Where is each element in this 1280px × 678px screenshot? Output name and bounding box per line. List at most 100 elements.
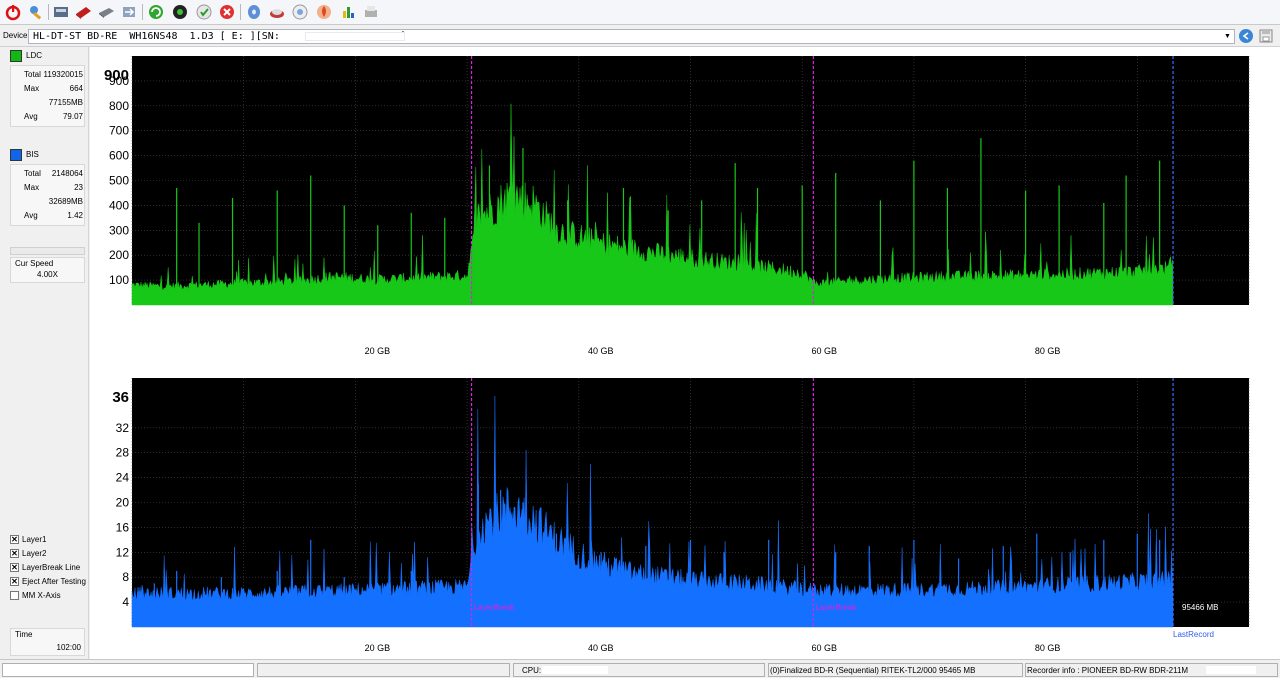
device-select[interactable]: HL-DT-ST BD-RE WH16NS48 1.D3 [ E: ][SN: … [28,29,1235,44]
disc-icon[interactable] [97,3,115,21]
eject-after-testing-checkbox[interactable]: ✕ [10,577,19,586]
y-tick-label: 16 [116,520,130,534]
speed-box: Cur Speed 4.00X [10,257,85,283]
mm-x-axis-checkbox[interactable] [10,591,19,600]
layer-break-label: LayerBreak [474,603,516,612]
stop-icon[interactable] [218,3,236,21]
toolbar-separator [48,4,49,20]
stat-value: 77155MB [48,98,83,107]
x-tick-label: 40 GB [588,643,614,653]
status-progress-field [257,663,510,677]
x-tick-label: 20 GB [365,346,391,356]
time-value: 102:00 [56,643,81,652]
bis-total-row: Total 2148064 [11,167,86,181]
test-icon[interactable] [195,3,213,21]
y-tick-label: 400 [109,198,129,212]
y-tick-label: 32 [116,421,130,435]
burn-icon[interactable] [291,3,309,21]
recorder-info-field: Recorder info : PIONEER BD-RW BDR-211M [1025,663,1278,677]
chevron-down-icon[interactable]: ▼ [1222,31,1233,42]
blank-disc-icon[interactable] [245,3,263,21]
layer1-checkbox[interactable]: ✕ [10,535,19,544]
y-tick-label: 4 [122,595,129,609]
y-tick-label: 300 [109,223,129,237]
speed-value: 4.00X [37,270,58,279]
y-tick-label: 24 [116,471,130,485]
status-message-field [2,663,254,677]
recorder-serial-field [1206,666,1256,674]
ldc-max-position-row: 77155MB [11,96,86,110]
ldc-swatch [10,50,22,62]
y-tick-label: 600 [109,149,129,163]
ldc-stats: Total 119320015 Max 664 77155MB Avg 79.0… [10,65,85,127]
bis-stats: Total 2148064 Max 23 32689MB Avg 1.42 [10,164,85,226]
power-icon[interactable] [4,3,22,21]
record-icon[interactable] [171,3,189,21]
refresh-drive-icon[interactable] [1239,29,1253,43]
charts-svg: 10020030040050060070080090090020 GB 40 GB… [104,56,1250,653]
y-tick-label: 20 [116,496,130,510]
recorder-info: Recorder info : PIONEER BD-RW BDR-211M [1027,666,1189,675]
option-label: LayerBreak Line [22,563,81,572]
option-label: Layer2 [22,549,47,558]
stat-label: Total [24,169,41,178]
y-tick-label: 700 [109,124,129,138]
bis-legend[interactable]: BIS [10,148,85,162]
chart-icon[interactable] [340,3,358,21]
serial-number-field [305,32,405,41]
stat-label: Max [24,183,40,192]
x-tick-label: 40 GB [588,346,614,356]
stat-value: 119320015 [43,70,83,79]
disc-info: (0)Finalized BD-R (Sequential) RITEK-TL2… [770,666,976,675]
y-tick-label: 12 [116,545,130,559]
chart-area: 100 200 300 400 500 600 700 800 900 900 20 GB 40 GB… [90,47,1280,659]
stat-label: Total [24,70,41,79]
ldc-legend-label: LDC [26,51,43,60]
end-size-label: 95466 MB [1182,603,1218,612]
device-bar: Device: HL-DT-ST BD-RE WH16NS48 1.D3 [ E… [0,26,1280,47]
device-label: Device: [3,31,30,40]
refresh-icon[interactable] [147,3,165,21]
stat-value: 2148064 [51,169,83,178]
x-tick-label: 60 GB [811,346,837,356]
x-tick-label: 60 GB [811,643,837,653]
y-tick-label: 28 [116,446,130,460]
last-record-label: LastRecord [1173,630,1214,639]
y-tick-label: 200 [109,248,129,262]
progress-bar [10,247,85,255]
option-label: Layer1 [22,535,47,544]
y-tick-label: 800 [109,99,129,113]
drive-info-icon[interactable] [52,3,70,21]
stat-value: 79.07 [62,112,83,121]
save-icon[interactable] [1259,29,1273,43]
ldc-total-row: Total 119320015 [11,68,86,82]
x-tick-label: 20 GB [365,643,391,653]
stat-label: Avg [24,112,38,121]
y-tick-label: 8 [122,570,129,584]
flame-icon[interactable] [315,3,333,21]
layerbreak-line-checkbox[interactable]: ✕ [10,563,19,572]
y-tick-label: 500 [109,174,129,188]
y-tick-label: 100 [109,273,129,287]
time-label: Time [15,630,33,639]
print-icon[interactable] [362,3,380,21]
erase-disc-icon[interactable] [74,3,92,21]
ldc-legend[interactable]: LDC [10,49,85,63]
stat-value: 664 [69,84,83,93]
disc-info-field: (0)Finalized BD-R (Sequential) RITEK-TL2… [768,663,1023,677]
layer-break-label: LayerBreak [815,603,857,612]
option-label: MM X-Axis [22,591,61,600]
transfer-icon[interactable] [120,3,138,21]
layer2-checkbox[interactable]: ✕ [10,549,19,558]
y-max-label: 900 [104,67,129,84]
bis-legend-label: BIS [26,150,39,159]
eject-icon[interactable] [268,3,286,21]
cpu-field: CPU: [513,663,765,677]
bis-avg-row: Avg 1.42 [11,209,86,223]
tools-icon[interactable] [27,3,45,21]
stat-value: 1.42 [67,211,83,220]
speed-label: Cur Speed [15,259,54,268]
toolbar-separator [240,4,241,20]
bis-max-row: Max 23 [11,181,86,195]
stat-label: Avg [24,211,38,220]
